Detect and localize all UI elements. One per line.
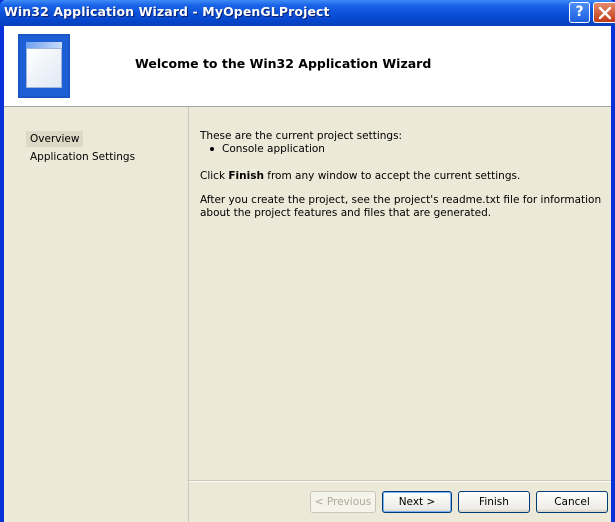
finish-suffix: from any window to accept the current se… [263, 170, 521, 182]
wizard-header: Welcome to the Win32 Application Wizard [4, 26, 611, 107]
wizard-window-icon [18, 34, 70, 98]
window-title: Win32 Application Wizard - MyOpenGLProje… [4, 4, 330, 19]
close-button[interactable] [593, 2, 615, 23]
setting-label: Console application [222, 143, 325, 155]
wizard-sidebar: Overview Application Settings [4, 107, 189, 522]
wizard-window: Win32 Application Wizard - MyOpenGLProje… [0, 0, 615, 522]
next-button[interactable]: Next > [382, 491, 452, 513]
setting-item: Console application [200, 143, 610, 156]
finish-bold: Finish [228, 170, 264, 182]
page-title: Welcome to the Win32 Application Wizard [135, 56, 432, 71]
help-button[interactable]: ? [569, 2, 590, 23]
bullet-icon [210, 147, 214, 151]
previous-button[interactable]: < Previous [310, 491, 376, 513]
button-separator [189, 480, 611, 482]
readme-note: After you create the project, see the pr… [200, 194, 602, 219]
close-icon [598, 6, 612, 20]
finish-instruction: Click Finish from any window to accept t… [200, 170, 610, 183]
settings-intro: These are the current project settings: [200, 130, 403, 142]
sidebar-item-application-settings[interactable]: Application Settings [26, 149, 139, 165]
finish-button[interactable]: Finish [458, 491, 530, 513]
finish-prefix: Click [200, 170, 229, 182]
wizard-content: These are the current project settings: … [200, 130, 610, 220]
cancel-button[interactable]: Cancel [536, 491, 608, 513]
title-bar[interactable]: Win32 Application Wizard - MyOpenGLProje… [0, 0, 615, 26]
sidebar-item-overview[interactable]: Overview [26, 131, 84, 147]
